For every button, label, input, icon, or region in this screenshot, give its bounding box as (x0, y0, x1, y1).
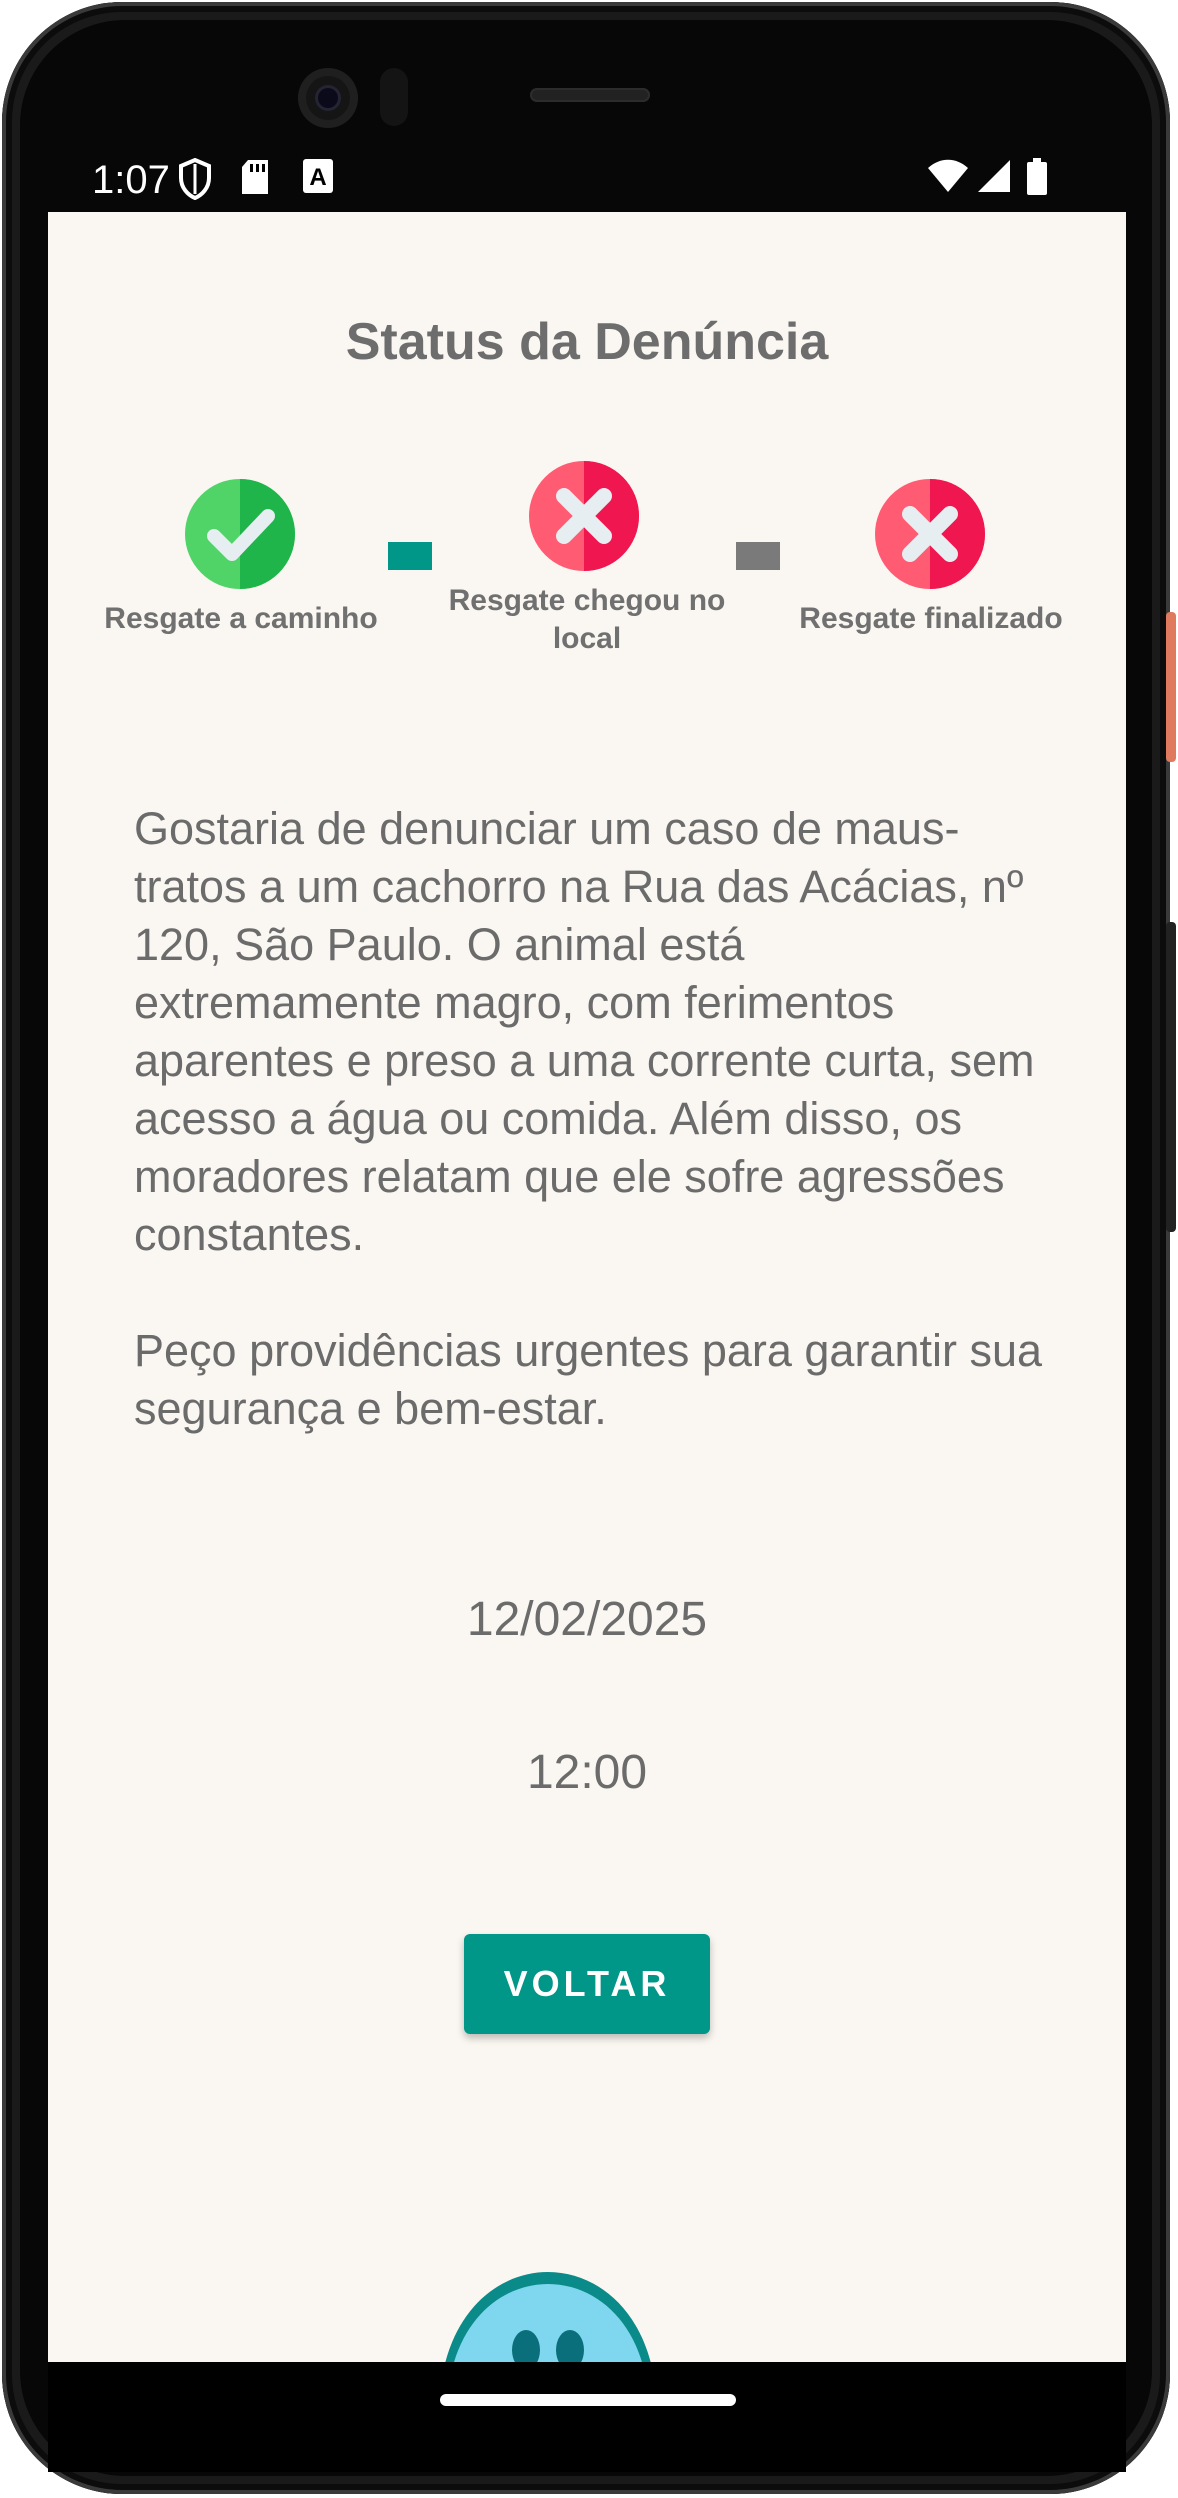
report-time: 12:00 (526, 1746, 648, 1799)
back-button[interactable]: VOLTAR (464, 1934, 710, 2034)
step-label: Resgate chegou no local (448, 584, 726, 655)
step-label: Resgate a caminho (104, 602, 378, 635)
x-circle-icon (529, 461, 639, 571)
step-label: Resgate finalizado (799, 602, 1063, 635)
home-gesture-handle[interactable] (440, 2394, 736, 2406)
power-button (1166, 612, 1176, 762)
status-time: 1:07 (92, 158, 170, 202)
battery-icon (1027, 158, 1047, 195)
volume-rocker (1166, 922, 1176, 1232)
step-resgate-chegou-no-local: Resgate chegou no local (428, 582, 746, 658)
signal-icon (978, 160, 1010, 192)
step-connector-inactive (736, 542, 780, 570)
app-screen: Status da Denúncia Resgate a caminho Res… (48, 212, 1126, 2362)
step-resgate-finalizado: Resgate finalizado (778, 600, 1084, 638)
step-resgate-a-caminho: Resgate a caminho (88, 600, 394, 638)
front-camera (298, 68, 358, 128)
navigation-bar (48, 2362, 1126, 2472)
svg-text:A: A (309, 164, 326, 191)
mascot-image (445, 2272, 651, 2362)
font-a-icon: A (303, 159, 333, 193)
sd-card-icon (242, 160, 268, 194)
report-date: 12/02/2025 (466, 1593, 708, 1646)
status-bar: 1:07 A (46, 150, 1124, 210)
check-circle-icon (185, 479, 295, 589)
shield-icon (179, 158, 211, 200)
earpiece-speaker (530, 88, 650, 102)
report-description: Gostaria de denunciar um caso de maus-tr… (134, 803, 1043, 1434)
x-circle-icon (875, 479, 985, 589)
page-title: Status da Denúncia (345, 313, 829, 371)
step-connector-active (388, 542, 432, 570)
proximity-sensor (380, 68, 408, 126)
wifi-icon (928, 159, 968, 192)
